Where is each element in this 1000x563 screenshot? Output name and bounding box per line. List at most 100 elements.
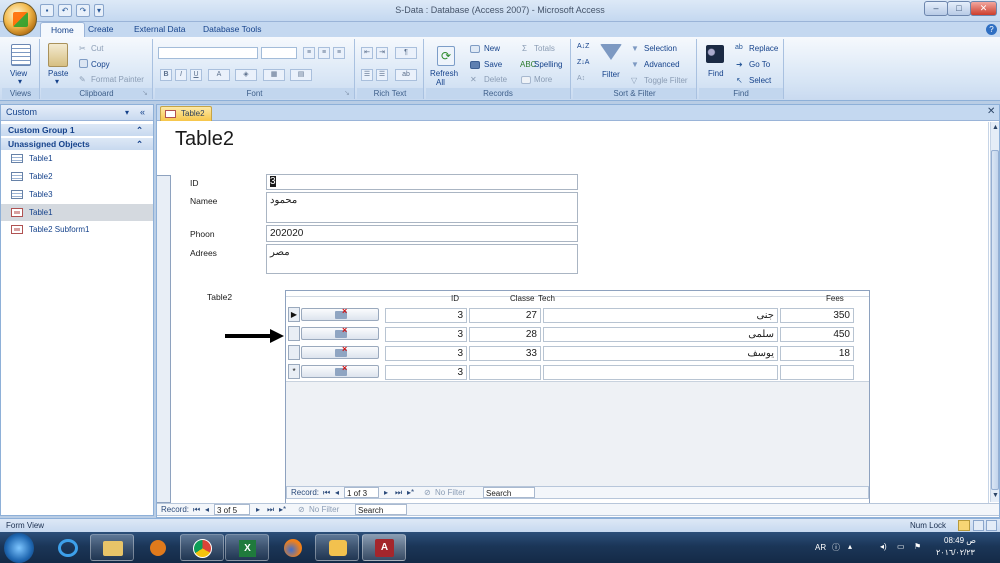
save-icon[interactable]: ▪ [40,4,54,17]
excel-icon[interactable]: X [225,534,269,561]
next-record-icon[interactable]: ▸ [256,504,260,515]
alternate-fill-icon[interactable]: ▤ [290,69,312,81]
shutter-bar-close-icon[interactable]: « [140,105,145,120]
cell-classe[interactable] [469,365,541,380]
nav-item-table3[interactable]: Table3 [1,186,153,203]
namee-field[interactable]: محمود [266,192,578,223]
select-button[interactable]: Select [749,76,771,85]
nav-group-custom-group-1[interactable]: Custom Group 1 ⌃ [1,124,153,136]
record-selector[interactable] [157,175,171,503]
tab-create[interactable]: Create [78,22,124,37]
tab-database-tools[interactable]: Database Tools [193,22,271,37]
cell-id[interactable]: 3 [385,365,467,380]
close-button[interactable]: ✕ [970,1,997,16]
adrees-field[interactable]: مصر [266,244,578,274]
outlook-icon[interactable] [315,534,359,561]
nav-item-form-table1[interactable]: Table1 [1,204,153,221]
volume-icon[interactable]: ◂) [880,542,887,551]
underline-icon[interactable]: U [190,69,202,81]
record-selector[interactable] [288,326,300,341]
goto-button[interactable]: Go To [749,60,770,69]
nav-pane-header[interactable]: Custom ▾ « [1,105,153,121]
font-color-icon[interactable]: A [208,69,230,81]
cell-fees[interactable]: 450 [780,327,854,342]
cell-tech[interactable] [543,365,778,380]
nav-item-table2[interactable]: Table2 [1,168,153,185]
italic-icon[interactable]: I [175,69,187,81]
help-tray-icon[interactable]: ⓘ [832,542,840,553]
document-tab-table2[interactable]: Table2 [160,106,212,121]
totals-button[interactable]: Totals [534,44,555,53]
cell-classe[interactable]: 33 [469,346,541,361]
paragraph-direction-icon[interactable]: ¶ [395,47,417,59]
clipboard-launcher-icon[interactable]: ↘ [142,89,148,97]
cell-tech[interactable]: سلمى [543,327,778,342]
new-record-nav-icon[interactable]: ▸* [407,487,414,498]
align-right-icon[interactable]: ≡ [333,47,345,59]
office-button[interactable] [3,2,37,36]
form-search-input[interactable]: Search [355,504,407,515]
current-record-icon[interactable]: ▶ [288,307,300,322]
tray-icon[interactable]: ▴ [848,542,852,551]
new-record-button[interactable]: New [484,44,500,53]
gridlines-icon[interactable]: ▦ [263,69,285,81]
no-filter-button[interactable]: No Filter [309,504,339,515]
scroll-up-icon[interactable]: ▲ [992,124,999,131]
paste-dropdown-icon[interactable]: ▾ [55,77,59,86]
nav-menu-dropdown-icon[interactable]: ▾ [125,105,129,120]
explorer-icon[interactable] [90,534,134,561]
filter-button[interactable]: Filter [602,70,620,79]
access-taskbar-icon[interactable]: A [362,534,406,561]
nav-group-unassigned-objects[interactable]: Unassigned Objects ⌃ [1,138,153,150]
cell-tech[interactable]: جنى [543,308,778,323]
chrome-icon[interactable] [180,534,224,561]
start-button[interactable] [4,533,34,563]
last-record-icon[interactable]: ⏭ [395,487,402,498]
fill-color-icon[interactable]: ◈ [235,69,257,81]
cell-fees[interactable] [780,365,854,380]
refresh-all-button[interactable]: Refresh [430,69,458,78]
copy-button[interactable]: Copy [91,60,110,69]
sort-descending-icon[interactable]: Z↓A [577,59,589,66]
undo-icon[interactable]: ↶ [58,4,72,17]
sort-ascending-icon[interactable]: A↓Z [577,43,589,50]
format-painter-button[interactable]: Format Painter [91,75,144,84]
highlight-icon[interactable]: ab [395,69,417,81]
media-player-icon[interactable] [135,534,179,561]
font-size-select[interactable] [261,47,297,59]
cell-fees[interactable]: 350 [780,308,854,323]
delete-record-button[interactable] [301,344,379,359]
decrease-indent-icon[interactable]: ⇤ [361,47,373,59]
network-icon[interactable]: ▭ [897,542,905,551]
redo-icon[interactable]: ↷ [76,4,90,17]
tab-external-data[interactable]: External Data [124,22,196,37]
action-center-icon[interactable]: ⚑ [914,542,921,551]
spelling-button[interactable]: Spelling [534,60,562,69]
collapse-icon[interactable]: ⌃ [136,138,143,150]
next-record-icon[interactable]: ▸ [384,487,388,498]
customize-qat-icon[interactable]: ▾ [94,4,104,17]
no-filter-button[interactable]: No Filter [435,487,465,498]
cell-id[interactable]: 3 [385,327,467,342]
language-indicator[interactable]: AR [815,543,826,552]
previous-record-icon[interactable]: ◂ [335,487,339,498]
layout-view-icon[interactable] [973,520,984,531]
form-view-icon[interactable] [958,520,970,531]
bullets-icon[interactable]: ☰ [376,69,388,81]
view-dropdown-icon[interactable]: ▾ [18,77,22,86]
nav-item-table2-subform1[interactable]: Table2 Subform1 [1,221,153,238]
selection-button[interactable]: Selection [644,44,677,53]
maximize-button[interactable]: □ [947,1,971,16]
new-record-icon[interactable]: * [288,364,300,379]
delete-record-button[interactable] [301,306,379,321]
minimize-button[interactable]: – [924,1,948,16]
increase-indent-icon[interactable]: ⇥ [376,47,388,59]
firefox-icon[interactable] [270,534,314,561]
delete-record-button[interactable] [301,325,379,340]
font-launcher-icon[interactable]: ↘ [344,89,350,97]
save-record-button[interactable]: Save [484,60,502,69]
replace-button[interactable]: Replace [749,44,778,53]
subform-search-input[interactable]: Search [483,487,535,498]
first-record-icon[interactable]: ⏮ [323,487,330,498]
numbering-icon[interactable]: ☰ [361,69,373,81]
